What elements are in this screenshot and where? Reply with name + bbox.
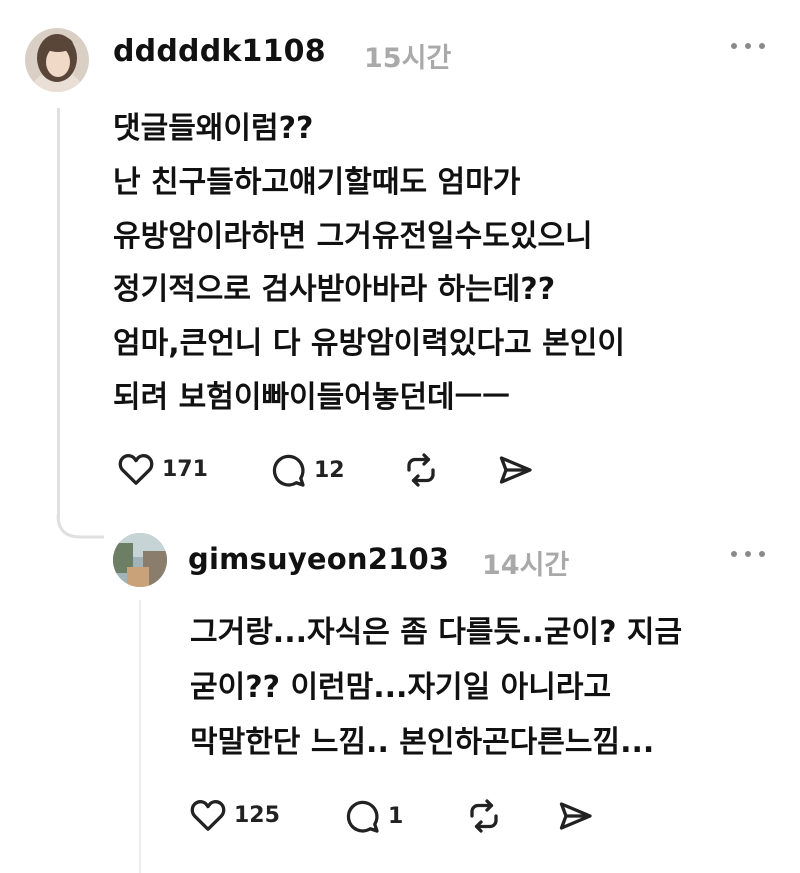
- comment-icon: [272, 454, 305, 487]
- reply-count: 12: [314, 457, 345, 483]
- more-horizontal-icon[interactable]: [730, 40, 766, 51]
- comment-text-line: 그거랑...자식은 좀 다를듯..굳이? 지금: [190, 615, 683, 650]
- comment-icon: [346, 800, 379, 833]
- username[interactable]: dddddk1108: [113, 34, 326, 69]
- heart-icon: [190, 800, 226, 831]
- heart-icon: [118, 454, 154, 485]
- reply-count: 1: [388, 803, 404, 829]
- comment-text-line: 엄마,큰언니 다 유방암이력있다고 본인이: [113, 326, 625, 361]
- like-button[interactable]: 125: [190, 798, 280, 832]
- more-horizontal-icon[interactable]: [730, 548, 766, 559]
- thread-line: [139, 600, 141, 873]
- comment-text-line: 난 친구들하고얘기할때도 엄마가: [113, 165, 521, 200]
- thread-line: [57, 108, 60, 520]
- share-button[interactable]: [496, 452, 534, 488]
- like-count: 125: [234, 802, 280, 828]
- send-icon: [499, 456, 532, 484]
- comment-text-line: 댓글들왜이럼??: [113, 111, 314, 146]
- share-button[interactable]: [556, 798, 594, 834]
- username[interactable]: gimsuyeon2103: [188, 542, 449, 576]
- like-button[interactable]: 171: [118, 452, 208, 486]
- reply-button[interactable]: 12: [270, 452, 345, 488]
- send-icon: [559, 802, 592, 830]
- comment-text-line: 막말한단 느낌.. 본인하곤다른느낌...: [190, 725, 655, 760]
- repost-icon: [470, 799, 498, 833]
- comment-text-line: 되려 보험이빠이들어놓던데ㅡㅡ: [113, 380, 510, 415]
- timestamp: 15시간: [364, 43, 452, 74]
- comment-text-line: 정기적으로 검사받아바라 하는데??: [113, 272, 556, 307]
- repost-icon: [407, 453, 435, 487]
- comment-text-line: 굳이?? 이런맘...자기일 아니라고: [190, 670, 612, 705]
- comment-text-line: 유방암이라하면 그거유전일수도있으니: [113, 219, 593, 254]
- reply-button[interactable]: 1: [344, 798, 403, 834]
- like-count: 171: [162, 456, 208, 482]
- avatar[interactable]: [25, 28, 89, 92]
- repost-button[interactable]: [465, 798, 503, 834]
- timestamp: 14시간: [482, 550, 570, 581]
- thread-connector: [56, 515, 104, 539]
- repost-button[interactable]: [402, 452, 440, 488]
- avatar[interactable]: [113, 533, 167, 587]
